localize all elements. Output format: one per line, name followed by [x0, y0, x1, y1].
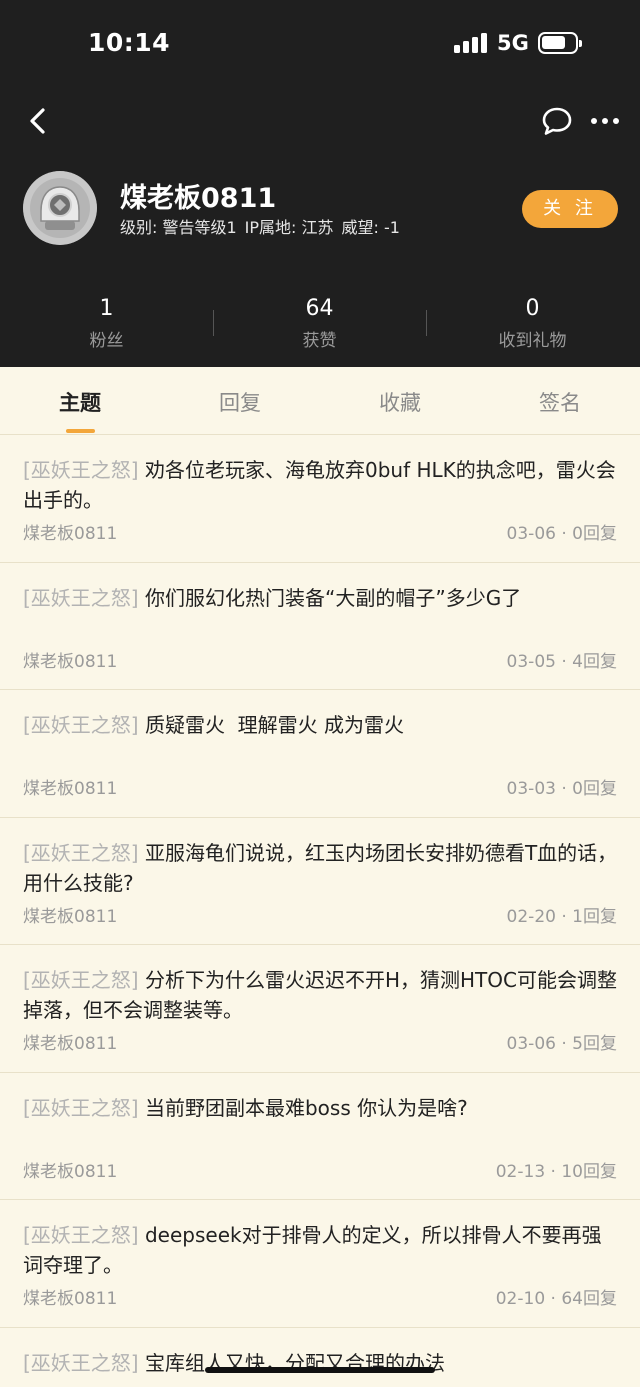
stat-gifts[interactable]: 0 收到礼物	[426, 296, 639, 351]
post-stats: 03-05 · 4回复	[506, 651, 617, 672]
post-stats: 03-03 · 0回复	[506, 779, 617, 799]
post-stats: 03-06 · 0回复	[506, 524, 617, 544]
post-title: [巫妖王之怒] deepseek对于排骨人的定义，所以排骨人不要再强词夺理了。	[23, 1220, 618, 1280]
list-item[interactable]: [巫妖王之怒] 劝各位老玩家、海龟放弃0buf HLK的执念吧，雷火会出手的。 …	[0, 435, 640, 563]
profile-header: 10:14 5G 煤老板0811 级别: 警告等级1 IP属地: 江苏 威望: …	[0, 0, 640, 367]
list-item[interactable]: [巫妖王之怒] 分析下为什么雷火迟迟不开H，猜测HTOC可能会调整掉落，但不会调…	[0, 945, 640, 1073]
user-meta: 级别: 警告等级1 IP属地: 江苏 威望: -1	[120, 214, 408, 238]
stat-likes[interactable]: 64 获赞	[213, 296, 426, 351]
status-time: 10:14	[88, 28, 171, 57]
stat-fans[interactable]: 1 粉丝	[0, 296, 213, 351]
post-title: [巫妖王之怒] 当前野团副本最难boss 你认为是啥?	[23, 1093, 618, 1123]
post-reply-count: 64回复	[561, 1289, 617, 1309]
post-reply-count: 4回复	[572, 651, 617, 672]
post-tag: [巫妖王之怒]	[23, 1223, 139, 1247]
post-reply-count: 10回复	[561, 1161, 617, 1182]
post-title: [巫妖王之怒] 质疑雷火 理解雷火 成为雷火	[23, 710, 618, 740]
post-author: 煤老板0811	[23, 1161, 118, 1182]
list-item[interactable]: [巫妖王之怒] 当前野团副本最难boss 你认为是啥? 煤老板0811 02-1…	[0, 1073, 640, 1200]
post-date: 03-05	[506, 651, 556, 672]
post-date: 02-10	[495, 1289, 546, 1309]
post-tag: [巫妖王之怒]	[23, 458, 139, 482]
post-tag: [巫妖王之怒]	[23, 968, 139, 992]
stat-gifts-value: 0	[525, 296, 540, 321]
post-reply-count: 0回复	[572, 779, 617, 799]
user-prestige: 威望: -1	[341, 218, 400, 237]
message-icon[interactable]	[541, 106, 573, 136]
post-title-text: 你们服幻化热门装备“大副的帽子”多少G了	[144, 585, 522, 610]
battery-icon	[538, 32, 582, 54]
post-title: [巫妖王之怒] 劝各位老玩家、海龟放弃0buf HLK的执念吧，雷火会出手的。	[23, 455, 618, 515]
home-indicator[interactable]	[205, 1367, 435, 1373]
tab-topics[interactable]: 主题	[0, 387, 160, 417]
network-type: 5G	[497, 31, 529, 55]
post-title: [巫妖王之怒] 你们服幻化热门装备“大副的帽子”多少G了	[23, 583, 618, 613]
post-author: 煤老板0811	[23, 1289, 118, 1309]
tab-favorites[interactable]: 收藏	[320, 387, 480, 417]
post-stats: 02-13 · 10回复	[495, 1161, 617, 1182]
post-date: 03-06	[506, 1034, 556, 1054]
post-tag: [巫妖王之怒]	[23, 585, 139, 610]
username: 煤老板0811	[120, 183, 277, 214]
post-date: 02-20	[506, 906, 556, 927]
stat-gifts-label: 收到礼物	[498, 331, 567, 351]
post-stats: 02-10 · 64回复	[495, 1289, 617, 1309]
tab-bar: 主题 回复 收藏 签名	[0, 367, 640, 435]
list-item[interactable]: [巫妖王之怒] 你们服幻化热门装备“大副的帽子”多少G了 煤老板0811 03-…	[0, 563, 640, 690]
post-title-text: 质疑雷火 理解雷火 成为雷火	[144, 713, 405, 737]
post-stats: 02-20 · 1回复	[506, 906, 617, 927]
post-tag: [巫妖王之怒]	[23, 1350, 139, 1375]
post-reply-count: 1回复	[572, 906, 617, 927]
post-author: 煤老板0811	[23, 906, 118, 927]
tab-signature[interactable]: 签名	[480, 387, 640, 417]
stat-fans-label: 粉丝	[89, 331, 124, 351]
stat-likes-label: 获赞	[302, 331, 337, 351]
back-icon[interactable]	[24, 106, 54, 136]
user-level: 级别: 警告等级1	[120, 218, 237, 237]
post-author: 煤老板0811	[23, 651, 118, 672]
post-stats: 03-06 · 5回复	[506, 1034, 617, 1054]
post-date: 03-06	[506, 524, 556, 544]
post-author: 煤老板0811	[23, 524, 118, 544]
follow-button[interactable]: 关 注	[522, 190, 618, 228]
post-title: [巫妖王之怒] 分析下为什么雷火迟迟不开H，猜测HTOC可能会调整掉落，但不会调…	[23, 965, 618, 1025]
post-tag: [巫妖王之怒]	[23, 840, 139, 865]
more-icon[interactable]	[590, 111, 620, 131]
tab-active-indicator	[66, 429, 95, 433]
list-item[interactable]: [巫妖王之怒] 宝库组人又快，分配又合理的办法	[0, 1328, 640, 1387]
stat-likes-value: 64	[305, 296, 334, 321]
post-reply-count: 5回复	[572, 1034, 617, 1054]
post-author: 煤老板0811	[23, 1034, 118, 1054]
post-date: 03-03	[506, 779, 556, 799]
post-list: [巫妖王之怒] 劝各位老玩家、海龟放弃0buf HLK的执念吧，雷火会出手的。 …	[0, 435, 640, 1387]
post-title-text: 当前野团副本最难boss 你认为是啥?	[144, 1095, 468, 1120]
list-item[interactable]: [巫妖王之怒] 质疑雷火 理解雷火 成为雷火 煤老板0811 03-03 · 0…	[0, 690, 640, 818]
list-item[interactable]: [巫妖王之怒] 亚服海龟们说说，红玉内场团长安排奶德看T血的话，用什么技能? 煤…	[0, 818, 640, 945]
post-tag: [巫妖王之怒]	[23, 713, 139, 737]
stat-fans-value: 1	[99, 296, 114, 321]
post-reply-count: 0回复	[572, 524, 617, 544]
post-tag: [巫妖王之怒]	[23, 1095, 139, 1120]
avatar[interactable]	[23, 171, 97, 245]
post-title: [巫妖王之怒] 宝库组人又快，分配又合理的办法	[23, 1348, 618, 1378]
post-title: [巫妖王之怒] 亚服海龟们说说，红玉内场团长安排奶德看T血的话，用什么技能?	[23, 838, 618, 898]
user-ip-location: IP属地: 江苏	[244, 218, 334, 237]
signal-icon	[454, 33, 488, 53]
post-author: 煤老板0811	[23, 779, 118, 799]
profile-stats: 1 粉丝 64 获赞 0 收到礼物	[0, 296, 640, 356]
post-date: 02-13	[495, 1161, 546, 1182]
status-bar: 10:14 5G	[0, 0, 640, 88]
list-item[interactable]: [巫妖王之怒] deepseek对于排骨人的定义，所以排骨人不要再强词夺理了。 …	[0, 1200, 640, 1328]
tab-replies[interactable]: 回复	[160, 387, 320, 417]
